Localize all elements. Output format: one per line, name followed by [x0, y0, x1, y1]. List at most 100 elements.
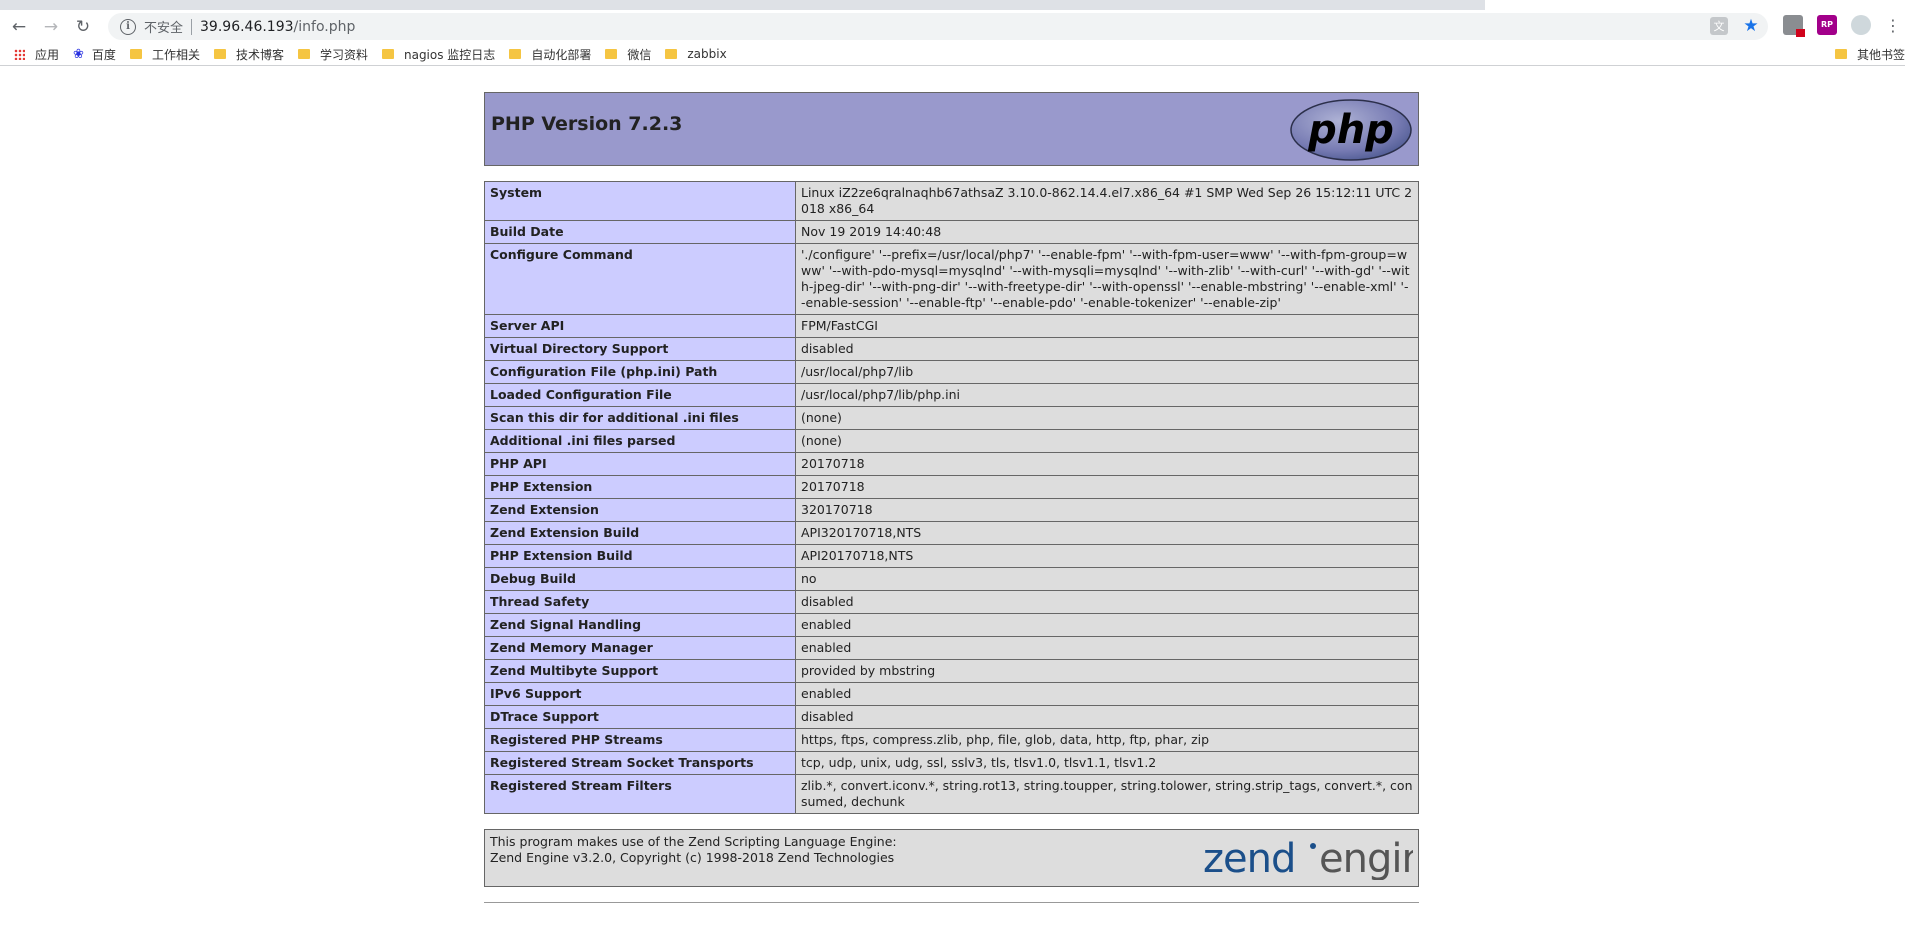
address-bar[interactable]: i 不安全 39.96.46.193/info.php 文 ★ — [108, 13, 1768, 40]
row-value: (none) — [795, 429, 1419, 453]
row-key: DTrace Support — [484, 705, 796, 729]
row-key: Server API — [484, 314, 796, 338]
url-path: /info.php — [293, 18, 356, 35]
row-value: FPM/FastCGI — [795, 314, 1419, 338]
row-key: Registered PHP Streams — [484, 728, 796, 752]
row-key: Scan this dir for additional .ini files — [484, 406, 796, 430]
table-row: Additional .ini files parsed (none) — [484, 429, 1419, 453]
row-key: PHP Extension Build — [484, 544, 796, 568]
folder-icon — [1834, 49, 1847, 59]
bookmarks-bar: 应用 ❀ 百度 工作相关 技术博客 学习资料 nagios 监控日志 自动化部署 微信 zabbi… — [0, 43, 1905, 66]
table-row: Loaded Configuration File/usr/local/php7… — [484, 383, 1419, 407]
php-logo-icon: php — [1290, 99, 1412, 161]
row-value: 320170718 — [795, 498, 1419, 522]
row-key: Thread Safety — [484, 590, 796, 614]
active-tab[interactable] — [1485, 0, 1905, 10]
rp-extension-icon[interactable]: RP — [1817, 15, 1837, 35]
row-key: Zend Extension — [484, 498, 796, 522]
forward-arrow-icon[interactable]: → — [38, 14, 64, 40]
bookmark-other[interactable]: 其他书签 — [1834, 46, 1905, 63]
bookmark-label: 工作相关 — [151, 47, 200, 62]
row-value: /usr/local/php7/lib/php.ini — [795, 383, 1419, 407]
translate-icon[interactable]: 文 — [1710, 17, 1728, 35]
row-key: IPv6 Support — [484, 682, 796, 706]
zend-logo-mark — [1310, 843, 1316, 849]
row-key: Additional .ini files parsed — [484, 429, 796, 453]
kebab-menu-icon[interactable]: ⋮ — [1885, 16, 1901, 35]
folder-icon — [605, 49, 618, 59]
tab-strip — [0, 0, 1905, 10]
row-value: './configure' '--prefix=/usr/local/php7'… — [795, 243, 1419, 315]
bookmark-label: 自动化部署 — [531, 47, 592, 62]
table-row: Build Date Nov 19 2019 14:40:48 — [484, 220, 1419, 244]
table-row: Debug Build no — [484, 567, 1419, 591]
row-value: disabled — [795, 590, 1419, 614]
row-key: Zend Extension Build — [484, 521, 796, 545]
bookmark-item[interactable]: zabbix — [665, 47, 727, 61]
row-key: Virtual Directory Support — [484, 337, 796, 361]
row-value: /usr/local/php7/lib — [795, 360, 1419, 384]
table-row: PHP Extension Build API20170718,NTS — [484, 544, 1419, 568]
info-icon[interactable]: i — [120, 18, 136, 35]
row-key: Loaded Configuration File — [484, 383, 796, 407]
zend-logo-word1: zend — [1203, 836, 1295, 880]
row-value: (none) — [795, 406, 1419, 430]
bookmark-label: 技术博客 — [235, 47, 284, 62]
page-title: PHP Version 7.2.3 — [491, 113, 683, 135]
table-row: Virtual Directory Support disabled — [484, 337, 1419, 361]
bookmark-item[interactable]: ❀ 百度 — [73, 46, 116, 63]
row-value: 20170718 — [795, 452, 1419, 476]
table-row: System Linux iZ2ze6qralnaqhb67athsaZ 3.10… — [484, 181, 1419, 221]
table-row: Scan this dir for additional .ini files(… — [484, 406, 1419, 430]
bookmark-item[interactable]: 自动化部署 — [509, 46, 591, 63]
url-host: 39.96.46.193 — [200, 18, 294, 35]
horizontal-rule — [484, 902, 1419, 903]
profile-avatar-icon[interactable] — [1851, 15, 1871, 35]
folder-icon — [297, 49, 310, 59]
bookmark-item[interactable]: 技术博客 — [213, 46, 284, 63]
zend-footer: zend engine This program makes use of th… — [484, 829, 1419, 887]
bookmark-item[interactable]: 工作相关 — [129, 46, 200, 63]
row-value: API320170718,NTS — [795, 521, 1419, 545]
table-row: Configuration File (php.ini) Path/usr/lo… — [484, 360, 1419, 384]
bookmark-star-icon[interactable]: ★ — [1742, 16, 1760, 36]
row-value: no — [795, 567, 1419, 591]
bookmark-item[interactable]: nagios 监控日志 — [381, 46, 496, 63]
row-key: Configure Command — [484, 243, 796, 315]
row-key: PHP API — [484, 452, 796, 476]
table-row: PHP Extension 20170718 — [484, 475, 1419, 499]
address-separator — [191, 18, 193, 35]
zend-footer-table: zend engine This program makes use of th… — [484, 829, 1419, 887]
back-arrow-icon[interactable]: ← — [6, 14, 32, 40]
baidu-icon: ❀ — [73, 46, 84, 62]
bookmark-item[interactable]: 微信 — [605, 46, 651, 63]
row-value: disabled — [795, 337, 1419, 361]
row-value: 20170718 — [795, 475, 1419, 499]
table-row: PHP API 20170718 — [484, 452, 1419, 476]
php-logo-text: php — [1307, 107, 1394, 153]
security-label: 不安全 — [144, 21, 184, 36]
folder-icon — [129, 49, 142, 59]
php-header-table: php PHP Version 7.2.3 — [484, 92, 1419, 166]
zend-engine-logo-icon: zend engine — [1203, 836, 1413, 880]
table-row: Zend Extension 320170718 — [484, 498, 1419, 522]
url-text[interactable]: 39.96.46.193/info.php — [200, 19, 355, 35]
bookmark-item[interactable]: 学习资料 — [297, 46, 368, 63]
extension-icon[interactable] — [1783, 15, 1805, 37]
row-key: Configuration File (php.ini) Path — [484, 360, 796, 384]
bookmark-label: 学习资料 — [319, 47, 368, 62]
row-key: Debug Build — [484, 567, 796, 591]
bookmark-label: nagios 监控日志 — [403, 47, 496, 62]
folder-icon — [381, 49, 394, 59]
reload-icon[interactable]: ↻ — [70, 14, 96, 40]
folder-icon — [665, 49, 678, 59]
row-key: System — [484, 181, 796, 221]
row-value: enabled — [795, 682, 1419, 706]
folder-icon — [509, 49, 522, 59]
zend-logo-word2: engine — [1319, 836, 1413, 880]
bookmark-item[interactable]: 应用 — [14, 46, 59, 63]
table-row: Thread Safety disabled — [484, 590, 1419, 614]
table-row: IPv6 Support enabled — [484, 682, 1419, 706]
php-header: php PHP Version 7.2.3 — [484, 92, 1419, 166]
row-value: API20170718,NTS — [795, 544, 1419, 568]
